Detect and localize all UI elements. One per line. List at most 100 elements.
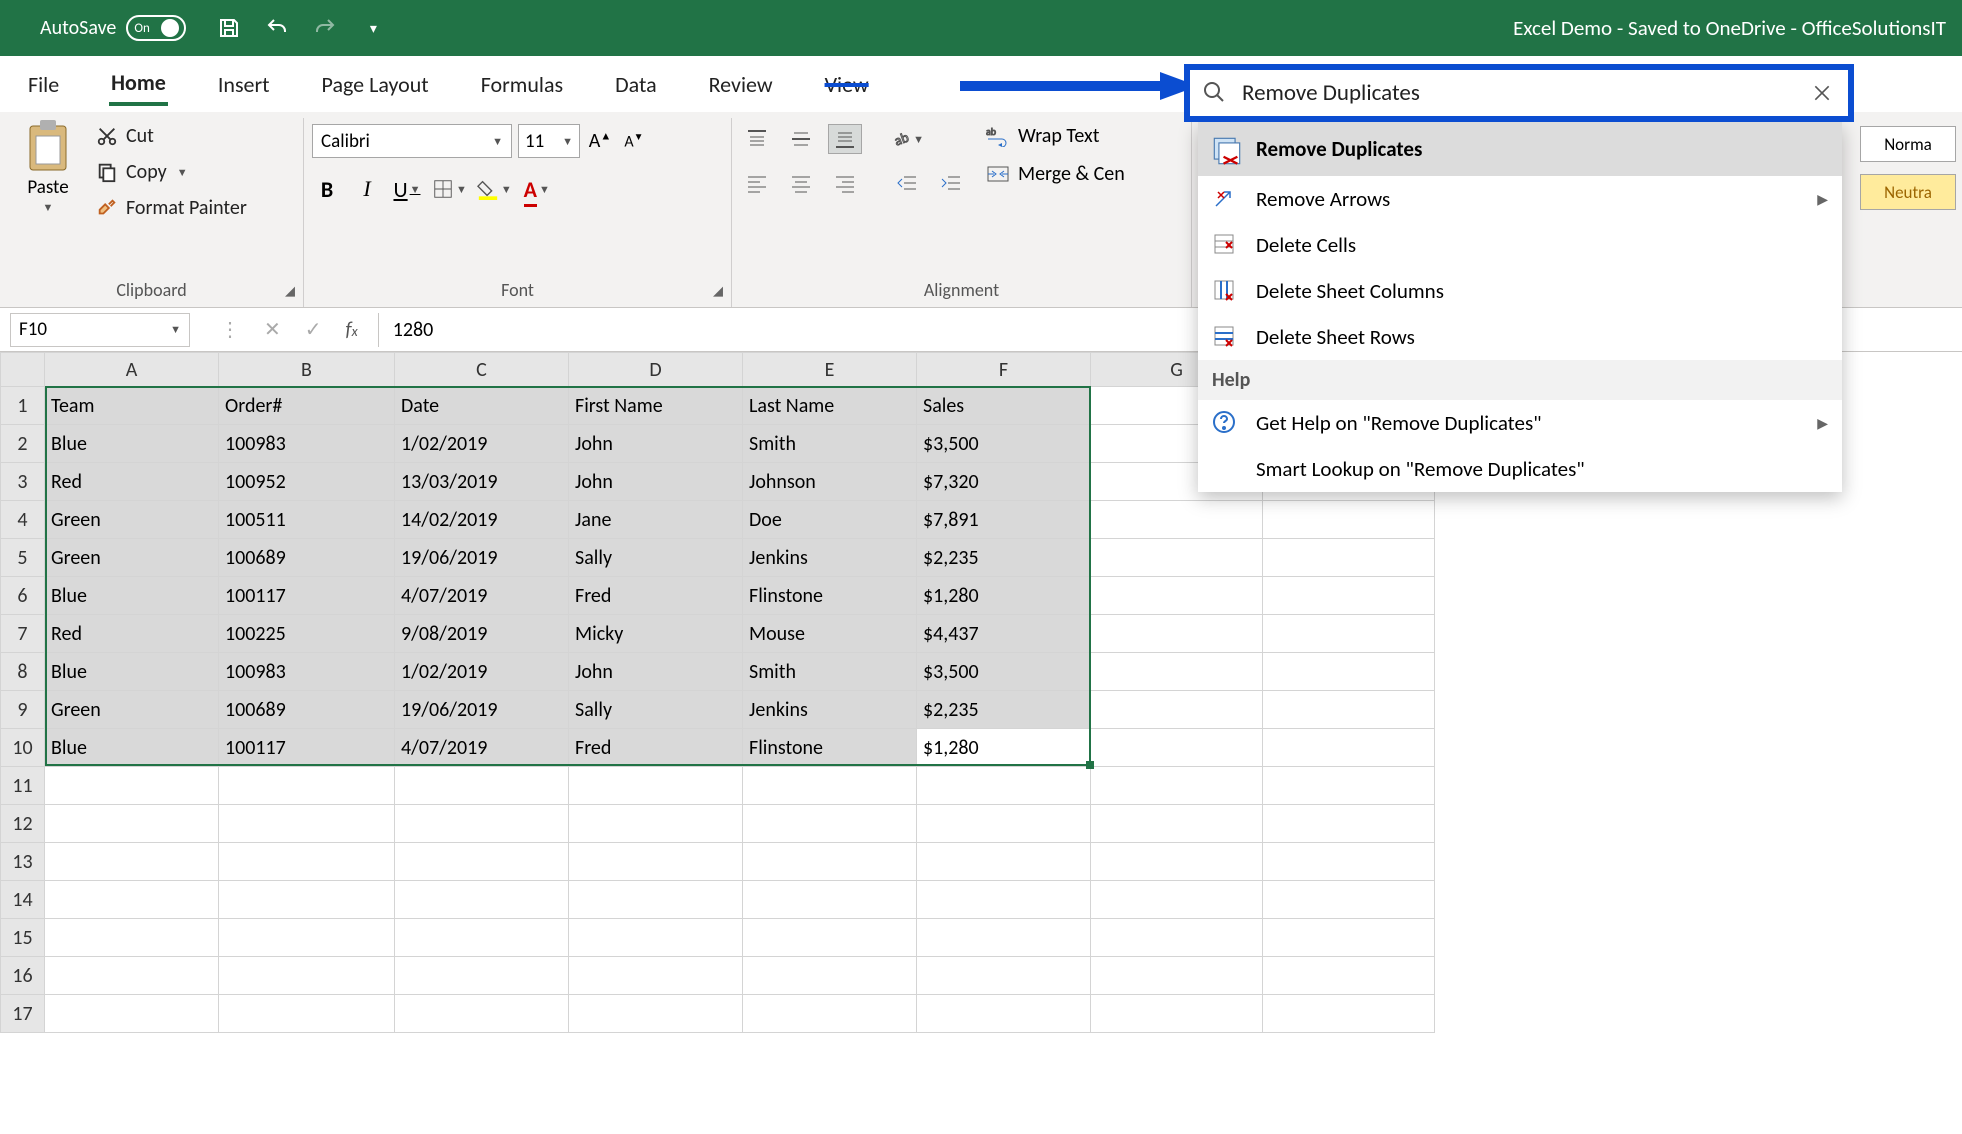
cell-F13[interactable] (917, 843, 1091, 881)
cell-F15[interactable] (917, 919, 1091, 957)
cell-F5[interactable]: $2,235 (917, 539, 1091, 577)
cell-E6[interactable]: Flinstone (743, 577, 917, 615)
row-header-15[interactable]: 15 (1, 919, 45, 957)
autosave-control[interactable]: AutoSave On (40, 15, 186, 41)
cell-D9[interactable]: Sally (569, 691, 743, 729)
cell-D3[interactable]: John (569, 463, 743, 501)
cell-K15[interactable] (1263, 919, 1435, 957)
row-header-7[interactable]: 7 (1, 615, 45, 653)
cell-C3[interactable]: 13/03/2019 (395, 463, 569, 501)
cell-F10[interactable]: $1,280 (917, 729, 1091, 767)
cell-A14[interactable] (45, 881, 219, 919)
row-header-12[interactable]: 12 (1, 805, 45, 843)
name-box[interactable]: F10 ▼ (10, 313, 190, 347)
tab-review[interactable]: Review (707, 65, 775, 104)
cell-E15[interactable] (743, 919, 917, 957)
style-normal[interactable]: Norma (1860, 126, 1956, 162)
cell-A8[interactable]: Blue (45, 653, 219, 691)
cell-G5[interactable] (1091, 539, 1263, 577)
cell-C14[interactable] (395, 881, 569, 919)
cell-K12[interactable] (1263, 805, 1435, 843)
col-header-E[interactable]: E (743, 353, 917, 387)
cell-F12[interactable] (917, 805, 1091, 843)
row-header-8[interactable]: 8 (1, 653, 45, 691)
cell-G12[interactable] (1091, 805, 1263, 843)
increase-indent-button[interactable] (934, 168, 968, 198)
cell-D11[interactable] (569, 767, 743, 805)
cell-E16[interactable] (743, 957, 917, 995)
cell-E8[interactable]: Smith (743, 653, 917, 691)
search-result-smart-lookup[interactable]: Smart Lookup on "Remove Duplicates" (1198, 446, 1842, 492)
cell-C8[interactable]: 1/02/2019 (395, 653, 569, 691)
search-result-get-help[interactable]: Get Help on "Remove Duplicates" ▶ (1198, 400, 1842, 446)
row-header-17[interactable]: 17 (1, 995, 45, 1033)
cell-B16[interactable] (219, 957, 395, 995)
cell-A16[interactable] (45, 957, 219, 995)
cell-D16[interactable] (569, 957, 743, 995)
cell-F3[interactable]: $7,320 (917, 463, 1091, 501)
cell-D10[interactable]: Fred (569, 729, 743, 767)
col-header-B[interactable]: B (219, 353, 395, 387)
tab-insert[interactable]: Insert (216, 65, 272, 104)
search-result-remove-duplicates[interactable]: Remove Duplicates (1198, 122, 1842, 176)
cell-D7[interactable]: Micky (569, 615, 743, 653)
more-functions-icon[interactable]: ⋮ (220, 317, 240, 342)
cell-C12[interactable] (395, 805, 569, 843)
cell-D1[interactable]: First Name (569, 387, 743, 425)
row-header-3[interactable]: 3 (1, 463, 45, 501)
tab-view[interactable]: View (823, 65, 871, 104)
cell-A3[interactable]: Red (45, 463, 219, 501)
row-header-5[interactable]: 5 (1, 539, 45, 577)
cell-B2[interactable]: 100983 (219, 425, 395, 463)
cell-D13[interactable] (569, 843, 743, 881)
cell-K5[interactable] (1263, 539, 1435, 577)
row-header-9[interactable]: 9 (1, 691, 45, 729)
cell-A2[interactable]: Blue (45, 425, 219, 463)
cell-C9[interactable]: 19/06/2019 (395, 691, 569, 729)
row-header-11[interactable]: 11 (1, 767, 45, 805)
cell-A12[interactable] (45, 805, 219, 843)
cell-E5[interactable]: Jenkins (743, 539, 917, 577)
search-result-delete-columns[interactable]: Delete Sheet Columns (1198, 268, 1842, 314)
col-header-A[interactable]: A (45, 353, 219, 387)
cell-E7[interactable]: Mouse (743, 615, 917, 653)
cell-D14[interactable] (569, 881, 743, 919)
cell-C2[interactable]: 1/02/2019 (395, 425, 569, 463)
cell-C6[interactable]: 4/07/2019 (395, 577, 569, 615)
align-top-button[interactable] (740, 124, 774, 154)
cell-D8[interactable]: John (569, 653, 743, 691)
align-middle-button[interactable] (784, 124, 818, 154)
row-header-13[interactable]: 13 (1, 843, 45, 881)
format-painter-button[interactable]: Format Painter (96, 196, 247, 220)
cell-C4[interactable]: 14/02/2019 (395, 501, 569, 539)
enter-formula-icon[interactable]: ✓ (305, 317, 322, 342)
font-name-select[interactable]: Calibri▼ (312, 124, 512, 158)
cell-G4[interactable] (1091, 501, 1263, 539)
cell-F4[interactable]: $7,891 (917, 501, 1091, 539)
merge-center-button[interactable]: Merge & Cen (986, 162, 1125, 186)
search-result-remove-arrows[interactable]: Remove Arrows ▶ (1198, 176, 1842, 222)
cell-B12[interactable] (219, 805, 395, 843)
dialog-launcher-icon[interactable]: ◢ (713, 284, 723, 299)
cell-E17[interactable] (743, 995, 917, 1033)
cell-B9[interactable]: 100689 (219, 691, 395, 729)
fx-icon[interactable]: fx (346, 318, 358, 342)
cell-G16[interactable] (1091, 957, 1263, 995)
autosave-toggle[interactable]: On (126, 15, 186, 41)
cell-D15[interactable] (569, 919, 743, 957)
cell-B4[interactable]: 100511 (219, 501, 395, 539)
tab-home[interactable]: Home (109, 63, 168, 106)
fill-color-button[interactable]: ▼ (477, 172, 512, 206)
col-header-D[interactable]: D (569, 353, 743, 387)
redo-icon[interactable] (312, 15, 338, 41)
cell-B15[interactable] (219, 919, 395, 957)
cell-D12[interactable] (569, 805, 743, 843)
underline-button[interactable]: U▼ (392, 172, 422, 206)
cell-K6[interactable] (1263, 577, 1435, 615)
cell-G15[interactable] (1091, 919, 1263, 957)
cell-D2[interactable]: John (569, 425, 743, 463)
cell-A6[interactable]: Blue (45, 577, 219, 615)
align-bottom-button[interactable] (828, 124, 862, 154)
chevron-down-icon[interactable]: ▼ (43, 201, 54, 214)
cell-G17[interactable] (1091, 995, 1263, 1033)
